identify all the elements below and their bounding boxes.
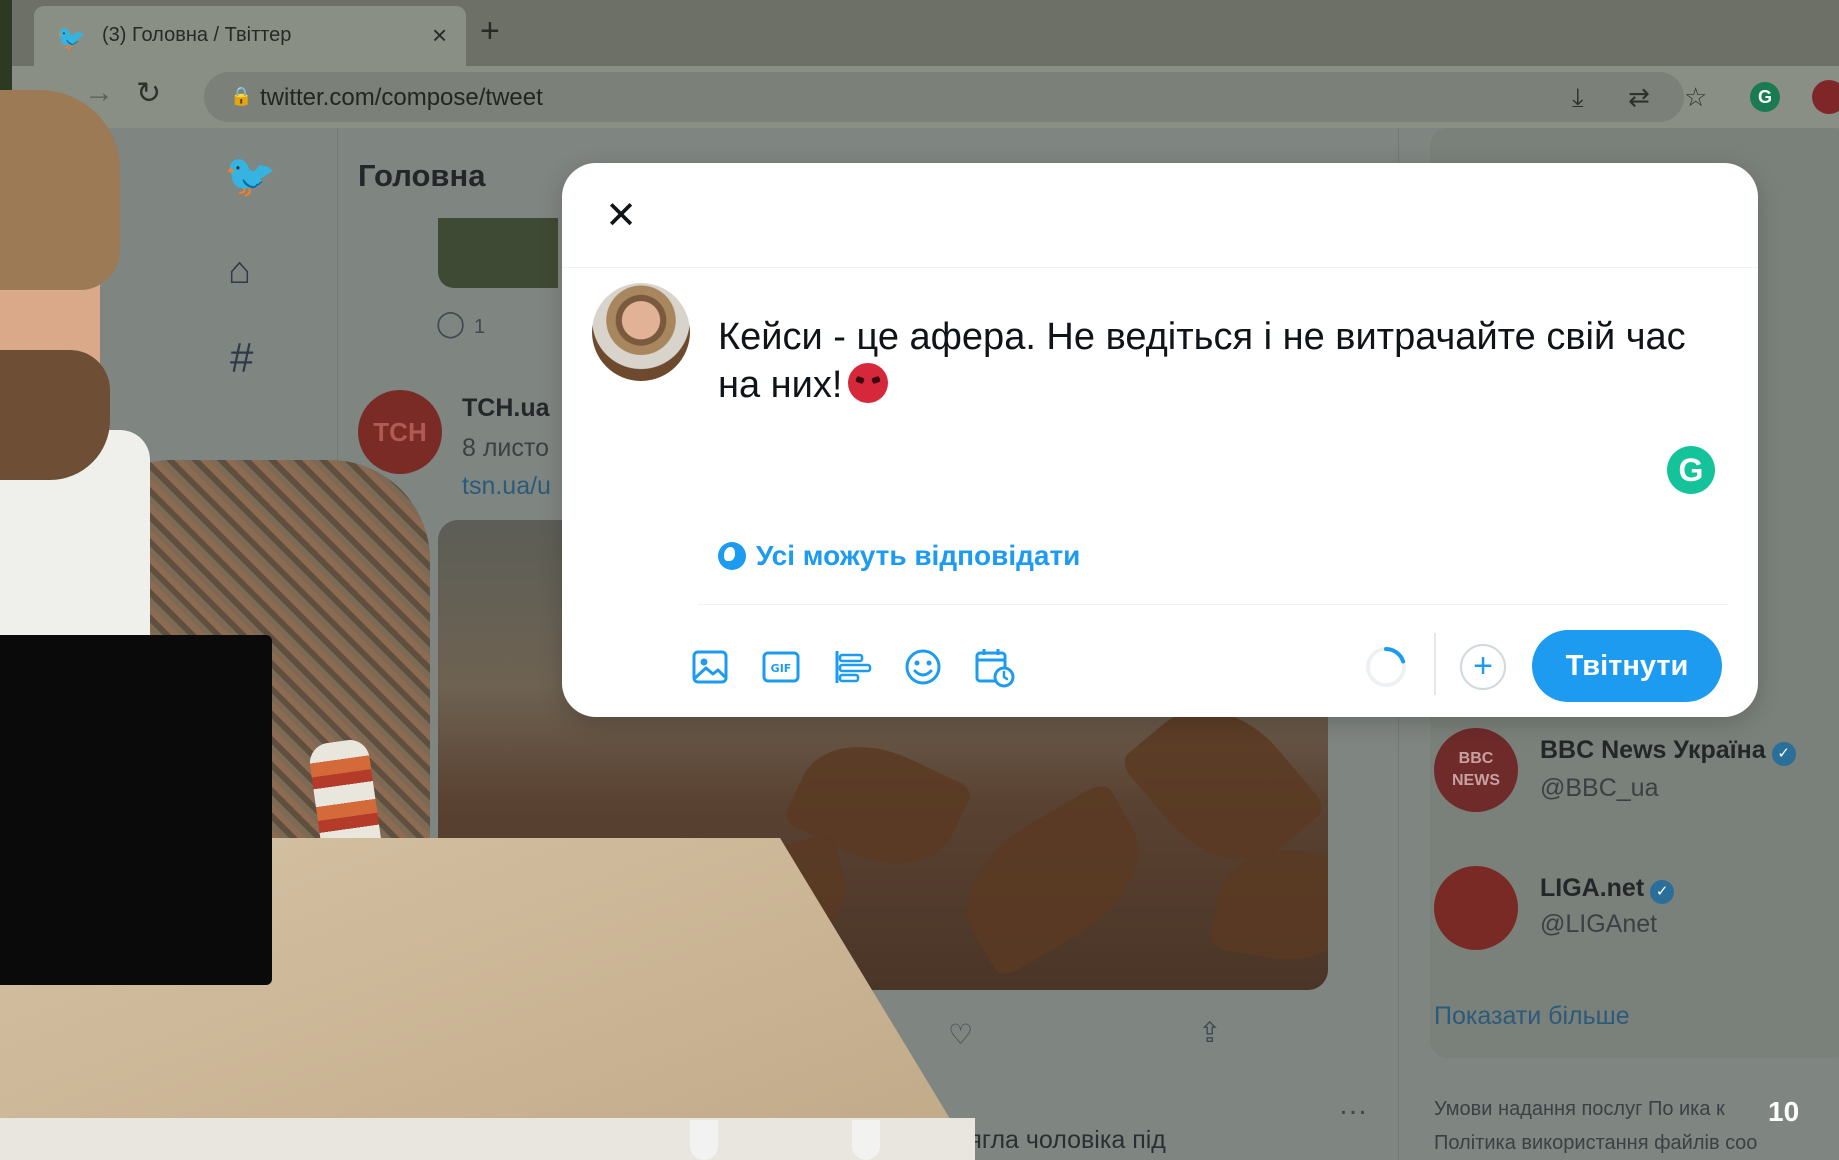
desk-edge — [0, 1118, 975, 1160]
install-icon[interactable]: ⤓ — [1572, 82, 1584, 114]
abbyy-extension-icon[interactable] — [1812, 80, 1839, 114]
new-tab-button[interactable]: + — [480, 12, 500, 51]
liga-avatar[interactable] — [1434, 866, 1518, 950]
verified-badge-icon: ✓ — [1650, 879, 1675, 904]
angry-face-emoji-icon — [848, 363, 889, 403]
emoji-icon[interactable] — [899, 643, 947, 691]
gif-label: GIF — [771, 662, 792, 675]
tweet-textarea[interactable]: Кейси - це афера. Не ведіться і не витра… — [718, 313, 1728, 409]
divider — [562, 267, 1758, 268]
verified-badge-icon: ✓ — [1771, 741, 1796, 766]
divider — [698, 604, 1728, 605]
account-handle: @LIGAnet — [1540, 910, 1658, 938]
translate-icon[interactable]: ⇄ — [1628, 82, 1650, 113]
reply-setting-button[interactable]: Усі можуть відповідати — [718, 536, 1080, 576]
schedule-icon[interactable] — [970, 643, 1018, 691]
account-name: BBC News Україна — [1540, 736, 1766, 764]
media-image-icon[interactable] — [686, 643, 734, 691]
account-liga[interactable]: LIGA.net ✓ — [1540, 874, 1675, 904]
account-name: LIGA.net — [1540, 874, 1645, 902]
share-icon[interactable]: ⇪ — [1198, 1016, 1221, 1049]
character-count-ring — [1362, 643, 1410, 691]
reply-icon[interactable]: ◯ — [436, 308, 465, 339]
star-icon[interactable]: ☆ — [1684, 82, 1707, 113]
more-options-icon[interactable]: … — [1338, 1088, 1368, 1122]
tab-title: (3) Головна / Твіттер — [102, 24, 292, 46]
gif-icon[interactable]: GIF — [757, 643, 805, 691]
tweet-image-thumbnail[interactable] — [438, 218, 558, 288]
compose-tweet-modal: ✕ Кейси - це афера. Не ведіться і не вит… — [562, 163, 1758, 717]
slide-page-number: 10 — [1768, 1096, 1800, 1127]
add-tweet-to-thread-button[interactable]: + — [1460, 644, 1506, 690]
vertical-divider — [1434, 633, 1436, 695]
show-more-link[interactable]: Показати більше — [1434, 1002, 1630, 1031]
beard — [0, 350, 110, 480]
hair — [0, 90, 120, 290]
footer-links[interactable]: Політика використання файлів coo — [1434, 1132, 1757, 1155]
footer-links[interactable]: Умови надання послуг По ика к — [1434, 1098, 1725, 1121]
desk-leg — [690, 1120, 718, 1160]
close-icon[interactable]: ✕ — [596, 191, 646, 241]
twitter-bird-icon: 🐦 — [56, 25, 86, 52]
tweet-link[interactable]: tsn.ua/u — [462, 472, 551, 501]
grammarly-button[interactable]: G — [1667, 446, 1715, 494]
user-avatar[interactable] — [592, 283, 690, 381]
tweet-button[interactable]: Твітнути — [1532, 630, 1722, 702]
reply-count: 1 — [474, 316, 486, 338]
poll-icon[interactable] — [828, 643, 876, 691]
tab-close-icon[interactable]: × — [432, 20, 447, 51]
tab-bar: 🐦 (3) Головна / Твіттер × + — [12, 0, 1839, 66]
account-bbc[interactable]: BBC News Україна ✓ — [1540, 736, 1796, 766]
laptop — [0, 635, 272, 985]
like-heart-icon[interactable]: ♡ — [948, 1018, 973, 1051]
tweet-author-name[interactable]: ТСН.ua — [462, 394, 550, 423]
reply-setting-label: Усі можуть відповідати — [756, 540, 1081, 571]
tweet-date: 8 листо — [462, 434, 549, 462]
account-handle: @BBC_ua — [1540, 774, 1659, 802]
globe-icon — [718, 542, 746, 570]
browser-tab[interactable]: 🐦 (3) Головна / Твіттер × — [34, 6, 466, 66]
grammarly-extension-icon[interactable]: G — [1750, 82, 1780, 112]
bbc-avatar[interactable]: BBC NEWS — [1434, 728, 1518, 812]
desk-leg — [852, 1120, 880, 1160]
